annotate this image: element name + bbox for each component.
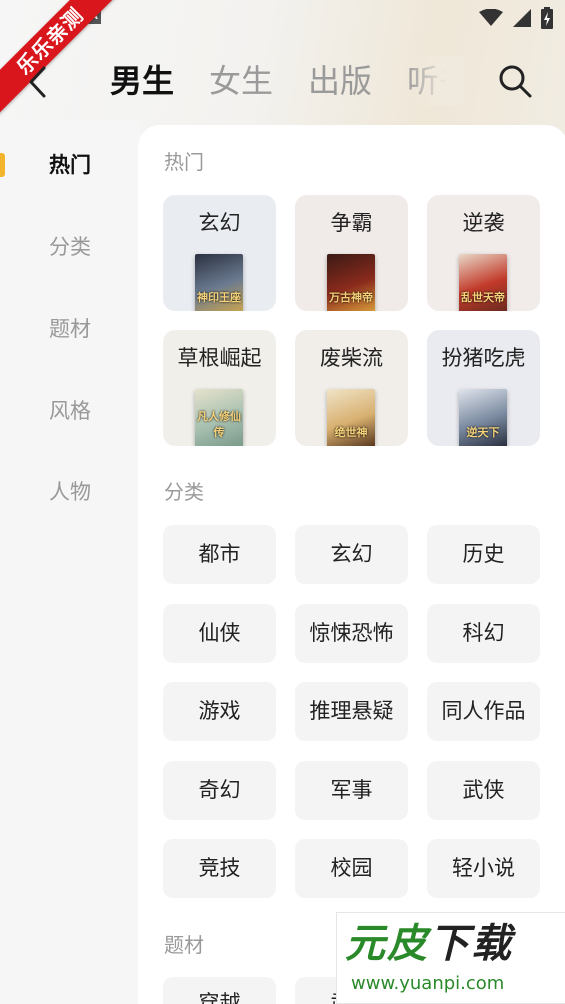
- side-item-theme[interactable]: 题材: [0, 309, 140, 349]
- book-cover-title: 绝世神: [334, 426, 368, 439]
- category-chip[interactable]: 竞技: [163, 839, 276, 898]
- book-cover-image: 神印王座: [195, 254, 243, 311]
- hot-card[interactable]: 逆袭 乱世天帝: [427, 195, 540, 311]
- signal-icon: [513, 9, 531, 27]
- wifi-icon: [479, 9, 503, 26]
- hot-card[interactable]: 废柴流 绝世神: [295, 330, 408, 446]
- section-title-theme: 题材: [164, 933, 204, 957]
- hot-card[interactable]: 玄幻 神印王座: [163, 195, 276, 311]
- hot-card-label: 扮猪吃虎: [441, 346, 526, 370]
- watermark-logo: 元皮下载: [345, 919, 513, 969]
- book-cover-image: 绝世神: [327, 389, 375, 446]
- hot-card-label: 玄幻: [198, 211, 241, 235]
- battery-icon: [541, 7, 553, 29]
- hot-card[interactable]: 争霸 万古神帝: [295, 195, 408, 311]
- side-item-category[interactable]: 分类: [0, 227, 140, 267]
- hot-card[interactable]: 草根崛起 凡人修仙传: [163, 330, 276, 446]
- hot-card[interactable]: 扮猪吃虎 逆天下: [427, 330, 540, 446]
- side-item-hot[interactable]: 热门: [0, 145, 140, 185]
- watermark-logo-green: 元皮: [345, 921, 429, 967]
- tab-publish[interactable]: 出版: [308, 56, 372, 106]
- category-chip[interactable]: 武侠: [427, 760, 540, 820]
- watermark-url: www.yuanpi.com: [351, 973, 505, 994]
- tab-female[interactable]: 女生: [209, 56, 273, 106]
- book-cover-title: 凡人修仙传: [197, 410, 241, 439]
- category-chip[interactable]: 历史: [427, 525, 540, 584]
- category-chip[interactable]: 都市: [163, 525, 276, 584]
- book-cover-title: 万古神帝: [329, 291, 373, 304]
- hot-card-label: 废柴流: [320, 346, 383, 370]
- hot-card-label: 草根崛起: [177, 346, 262, 370]
- book-cover-image: 万古神帝: [327, 254, 375, 311]
- section-title-category: 分类: [164, 480, 204, 504]
- category-chip[interactable]: 同人作品: [427, 682, 540, 741]
- book-cover-image: 逆天下: [459, 389, 507, 446]
- side-item-style[interactable]: 风格: [0, 391, 140, 431]
- category-chip[interactable]: 奇幻: [163, 760, 276, 820]
- theme-chip[interactable]: 穿越: [163, 977, 276, 1004]
- book-cover-title: 逆天下: [466, 426, 500, 439]
- category-chip[interactable]: 玄幻: [295, 525, 408, 584]
- section-title-hot: 热门: [164, 150, 204, 174]
- hot-card-label: 争霸: [330, 211, 373, 235]
- content-panel: 热门 玄幻 神印王座 争霸 万古神帝 逆袭 乱世天帝 草根崛起 凡人修仙传 废柴流 绝世神 扮猪吃虎…: [138, 125, 565, 1004]
- hot-card-label: 逆袭: [462, 211, 505, 235]
- tab-male[interactable]: 男生: [110, 56, 174, 106]
- category-chip[interactable]: 轻小说: [427, 839, 540, 898]
- book-cover-image: 凡人修仙传: [195, 389, 243, 446]
- book-cover-title: 神印王座: [197, 291, 241, 304]
- status-icons: [479, 7, 553, 29]
- search-icon[interactable]: [497, 63, 533, 99]
- tabs-fade-overlay: [405, 56, 465, 106]
- category-chip[interactable]: 仙侠: [163, 603, 276, 663]
- category-chip[interactable]: 惊悚恐怖: [295, 603, 408, 663]
- category-chip[interactable]: 游戏: [163, 682, 276, 741]
- category-chip[interactable]: 推理悬疑: [295, 682, 408, 741]
- back-arrow-icon[interactable]: [24, 62, 54, 102]
- category-chip[interactable]: 军事: [295, 760, 408, 820]
- category-chip[interactable]: 科幻: [427, 603, 540, 663]
- site-watermark: 元皮下载 www.yuanpi.com: [336, 912, 565, 1004]
- side-item-character[interactable]: 人物: [0, 472, 140, 512]
- watermark-logo-dark: 下载: [429, 921, 513, 967]
- book-cover-title: 乱世天帝: [461, 291, 505, 304]
- book-cover-image: 乱世天帝: [459, 254, 507, 311]
- category-chip[interactable]: 校园: [295, 839, 408, 898]
